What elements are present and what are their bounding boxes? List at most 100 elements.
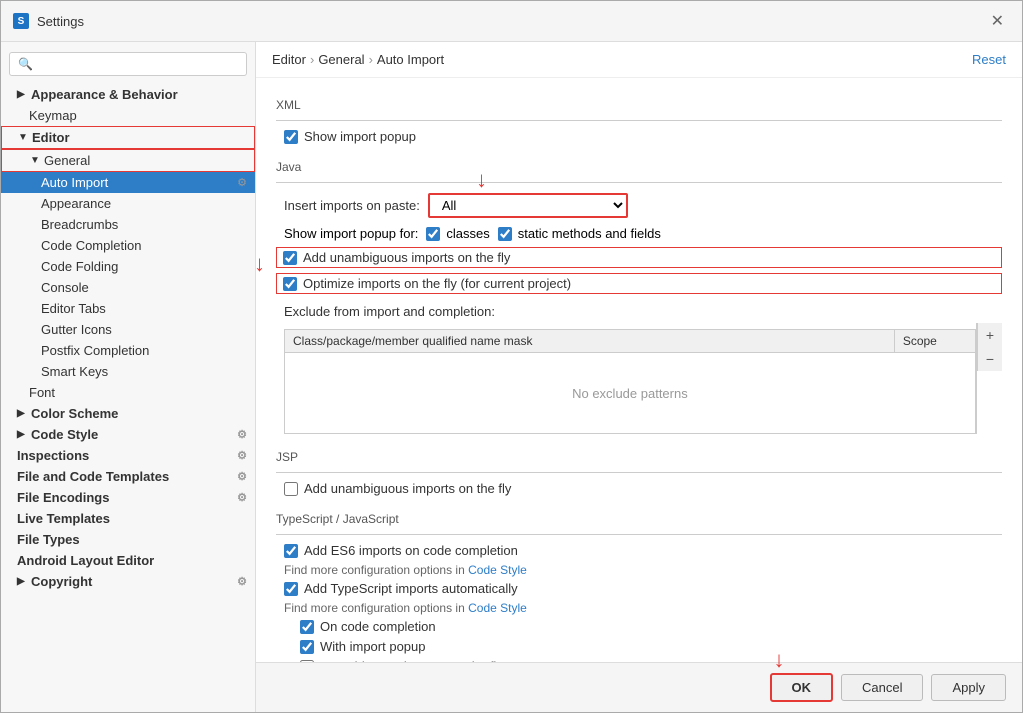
sidebar-item-general[interactable]: ▼ General ← (1, 149, 255, 172)
apply-button[interactable]: Apply (931, 674, 1006, 701)
add-typescript-label[interactable]: Add TypeScript imports automatically (304, 581, 518, 596)
jsp-add-unambiguous-label[interactable]: Add unambiguous imports on the fly (304, 481, 511, 496)
search-box (9, 52, 247, 76)
sidebar-label: Breadcrumbs (41, 217, 118, 232)
remove-exclude-button[interactable]: − (977, 347, 1002, 371)
expand-icon: ▶ (17, 429, 27, 440)
classes-checkbox[interactable] (426, 227, 440, 241)
find-more-text-1: Find more configuration options in (284, 563, 465, 577)
add-typescript-row: Add TypeScript imports automatically (276, 581, 1002, 596)
ts-label: TypeScript / JavaScript (276, 512, 1002, 526)
sidebar-item-code-style[interactable]: ▶ Code Style ⚙ (1, 424, 255, 445)
sidebar-label: Copyright (31, 574, 92, 589)
sidebar-label: Appearance & Behavior (31, 87, 178, 102)
add-es6-row: Add ES6 imports on code completion (276, 543, 1002, 558)
sidebar-item-keymap[interactable]: Keymap (1, 105, 255, 126)
exclude-table-wrapper: Class/package/member qualified name mask… (276, 323, 1002, 434)
sidebar-label: File Encodings (17, 490, 109, 505)
jsp-add-unambiguous-checkbox[interactable] (284, 482, 298, 496)
sidebar-item-editor[interactable]: ▼ Editor ← (1, 126, 255, 149)
sidebar-item-postfix-completion[interactable]: Postfix Completion (1, 340, 255, 361)
sidebar-label: Keymap (29, 108, 77, 123)
java-section: Java ↓ Insert imports on paste: All Ask … (276, 160, 1002, 434)
xml-section: XML Show import popup (276, 98, 1002, 144)
annotation-arrow-dropdown: ↓ (476, 167, 487, 193)
sidebar-item-font[interactable]: Font (1, 382, 255, 403)
sidebar-item-gutter-icons[interactable]: Gutter Icons (1, 319, 255, 340)
on-code-completion-row: On code completion (276, 619, 1002, 634)
sidebar-label: Appearance (41, 196, 111, 211)
table-empty-text: No exclude patterns (572, 386, 688, 401)
expand-icon: ▼ (18, 132, 28, 143)
code-style-link-1[interactable]: Code Style (468, 563, 527, 577)
sidebar: ▶ Appearance & Behavior Keymap ▼ Editor … (1, 42, 256, 712)
static-methods-label-wrap[interactable]: static methods and fields (498, 226, 661, 241)
main-panel: Editor › General › Auto Import Reset XML… (256, 42, 1022, 712)
add-typescript-checkbox[interactable] (284, 582, 298, 596)
sidebar-item-appearance-behavior[interactable]: ▶ Appearance & Behavior (1, 84, 255, 105)
sidebar-item-smart-keys[interactable]: Smart Keys (1, 361, 255, 382)
sidebar-item-editor-tabs[interactable]: Editor Tabs (1, 298, 255, 319)
sidebar-item-inspections[interactable]: Inspections ⚙ (1, 445, 255, 466)
breadcrumb-editor: Editor (272, 52, 306, 67)
optimize-imports-checkbox[interactable] (283, 277, 297, 291)
sidebar-item-live-templates[interactable]: Live Templates (1, 508, 255, 529)
insert-imports-select[interactable]: All Ask None (428, 193, 628, 218)
sidebar-label: Editor (32, 130, 70, 145)
settings-window: S Settings ✕ ▶ Appearance & Behavior Key… (0, 0, 1023, 713)
search-input[interactable] (9, 52, 247, 76)
show-import-popup-label[interactable]: Show import popup (304, 129, 416, 144)
cancel-button[interactable]: Cancel (841, 674, 923, 701)
sidebar-label: File Types (17, 532, 80, 547)
sidebar-item-auto-import[interactable]: Auto Import ⚙ (1, 172, 255, 193)
classes-label-wrap[interactable]: classes (426, 226, 489, 241)
breadcrumb-auto-import: Auto Import (377, 52, 444, 67)
exclude-table: Class/package/member qualified name mask… (284, 329, 976, 434)
on-code-completion-label[interactable]: On code completion (320, 619, 436, 634)
sidebar-item-file-types[interactable]: File Types (1, 529, 255, 550)
reset-button[interactable]: Reset (972, 52, 1006, 67)
sidebar-label: Live Templates (17, 511, 110, 526)
close-button[interactable]: ✕ (985, 9, 1010, 33)
code-style-link-2[interactable]: Code Style (468, 601, 527, 615)
gear-icon: ⚙ (237, 449, 247, 462)
sidebar-label: Auto Import (41, 175, 108, 190)
show-import-popup-for-label: Show import popup for: (284, 226, 418, 241)
ts-section: TypeScript / JavaScript Add ES6 imports … (276, 512, 1002, 662)
gear-icon: ⚙ (237, 470, 247, 483)
app-icon: S (13, 13, 29, 29)
table-body: No exclude patterns (285, 353, 975, 433)
ok-button[interactable]: OK (770, 673, 834, 702)
optimize-imports-label[interactable]: Optimize imports on the fly (for current… (303, 276, 571, 291)
add-unambiguous-checkbox[interactable] (283, 251, 297, 265)
add-unambiguous-label[interactable]: Add unambiguous imports on the fly (303, 250, 510, 265)
show-import-popup-checkbox[interactable] (284, 130, 298, 144)
exclude-label: Exclude from import and completion: (276, 304, 1002, 319)
add-exclude-button[interactable]: + (977, 323, 1002, 347)
add-es6-label[interactable]: Add ES6 imports on code completion (304, 543, 518, 558)
sidebar-label: Android Layout Editor (17, 553, 154, 568)
with-import-popup-checkbox[interactable] (300, 640, 314, 654)
static-methods-label: static methods and fields (518, 226, 661, 241)
sidebar-item-file-code-templates[interactable]: File and Code Templates ⚙ (1, 466, 255, 487)
add-es6-checkbox[interactable] (284, 544, 298, 558)
jsp-label: JSP (276, 450, 1002, 464)
sidebar-item-console[interactable]: Console (1, 277, 255, 298)
static-methods-checkbox[interactable] (498, 227, 512, 241)
sidebar-item-breadcrumbs[interactable]: Breadcrumbs (1, 214, 255, 235)
on-code-completion-checkbox[interactable] (300, 620, 314, 634)
sidebar-item-code-folding[interactable]: Code Folding (1, 256, 255, 277)
sidebar-item-color-scheme[interactable]: ▶ Color Scheme (1, 403, 255, 424)
sidebar-item-copyright[interactable]: ▶ Copyright ⚙ (1, 571, 255, 592)
find-more-text-2: Find more configuration options in (284, 601, 465, 615)
optimize-imports-row: Optimize imports on the fly (for current… (276, 273, 1002, 294)
sidebar-item-code-completion[interactable]: Code Completion (1, 235, 255, 256)
jsp-section: JSP Add unambiguous imports on the fly (276, 450, 1002, 496)
sidebar-item-appearance[interactable]: Appearance (1, 193, 255, 214)
expand-icon: ▶ (17, 576, 27, 587)
sidebar-item-android-layout-editor[interactable]: Android Layout Editor (1, 550, 255, 571)
show-import-popup-row: Show import popup (276, 129, 1002, 144)
sidebar-label: Font (29, 385, 55, 400)
sidebar-item-file-encodings[interactable]: File Encodings ⚙ (1, 487, 255, 508)
with-import-popup-label[interactable]: With import popup (320, 639, 426, 654)
